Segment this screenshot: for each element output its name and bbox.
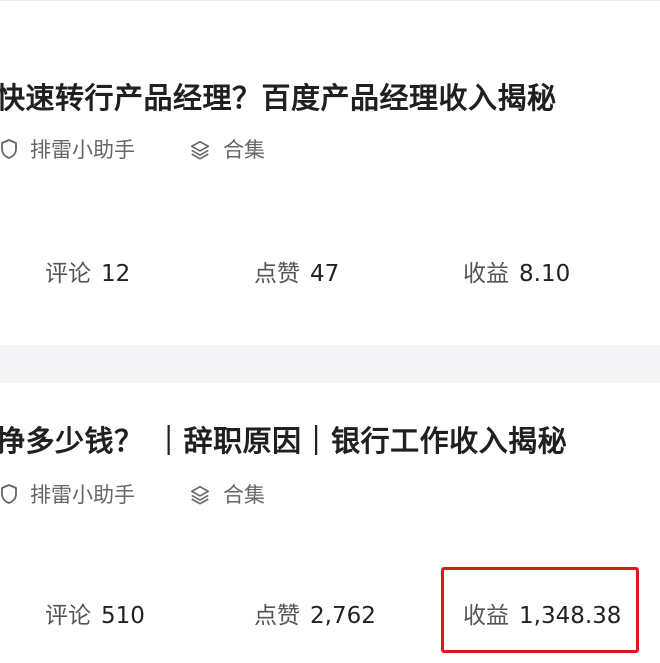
comments-label: 评论 — [45, 603, 91, 629]
post-card-2[interactable]: 挣多少钱？ ｜辞职原因｜银行工作收入揭秘 排雷小助手 合集 评论 510 点赞 … — [0, 345, 660, 663]
collection-label[interactable]: 合集 — [223, 134, 265, 164]
post-title[interactable]: 快速转行产品经理？百度产品经理收入揭秘 — [0, 75, 557, 117]
comments-count: 510 — [101, 603, 145, 629]
layers-icon — [189, 138, 211, 160]
author-name[interactable]: 排雷小助手 — [30, 134, 135, 164]
shield-icon — [0, 483, 20, 505]
post-card-1[interactable]: 快速转行产品经理？百度产品经理收入揭秘 排雷小助手 合集 评论 12 点赞 47… — [0, 0, 660, 346]
comments-count: 12 — [101, 261, 131, 287]
earnings-amount: 8.10 — [519, 261, 571, 287]
comments-stat[interactable]: 评论 510 — [45, 596, 145, 630]
likes-count: 2,762 — [310, 603, 376, 629]
collection-label[interactable]: 合集 — [223, 479, 265, 509]
post-meta: 排雷小助手 合集 — [0, 134, 265, 164]
earnings-label: 收益 — [463, 261, 509, 287]
post-meta: 排雷小助手 合集 — [0, 479, 265, 509]
likes-label: 点赞 — [254, 603, 300, 629]
post-title[interactable]: 挣多少钱？ ｜辞职原因｜银行工作收入揭秘 — [0, 418, 567, 460]
comments-label: 评论 — [45, 261, 91, 287]
earnings-highlight-box — [441, 567, 639, 653]
comments-stat[interactable]: 评论 12 — [45, 254, 130, 288]
layers-icon — [189, 483, 211, 505]
author-name[interactable]: 排雷小助手 — [30, 479, 135, 509]
likes-label: 点赞 — [254, 261, 300, 287]
likes-count: 47 — [310, 261, 340, 287]
earnings-stat[interactable]: 收益 8.10 — [463, 254, 570, 288]
likes-stat[interactable]: 点赞 2,762 — [254, 596, 376, 630]
shield-icon — [0, 138, 20, 160]
likes-stat[interactable]: 点赞 47 — [254, 254, 339, 288]
